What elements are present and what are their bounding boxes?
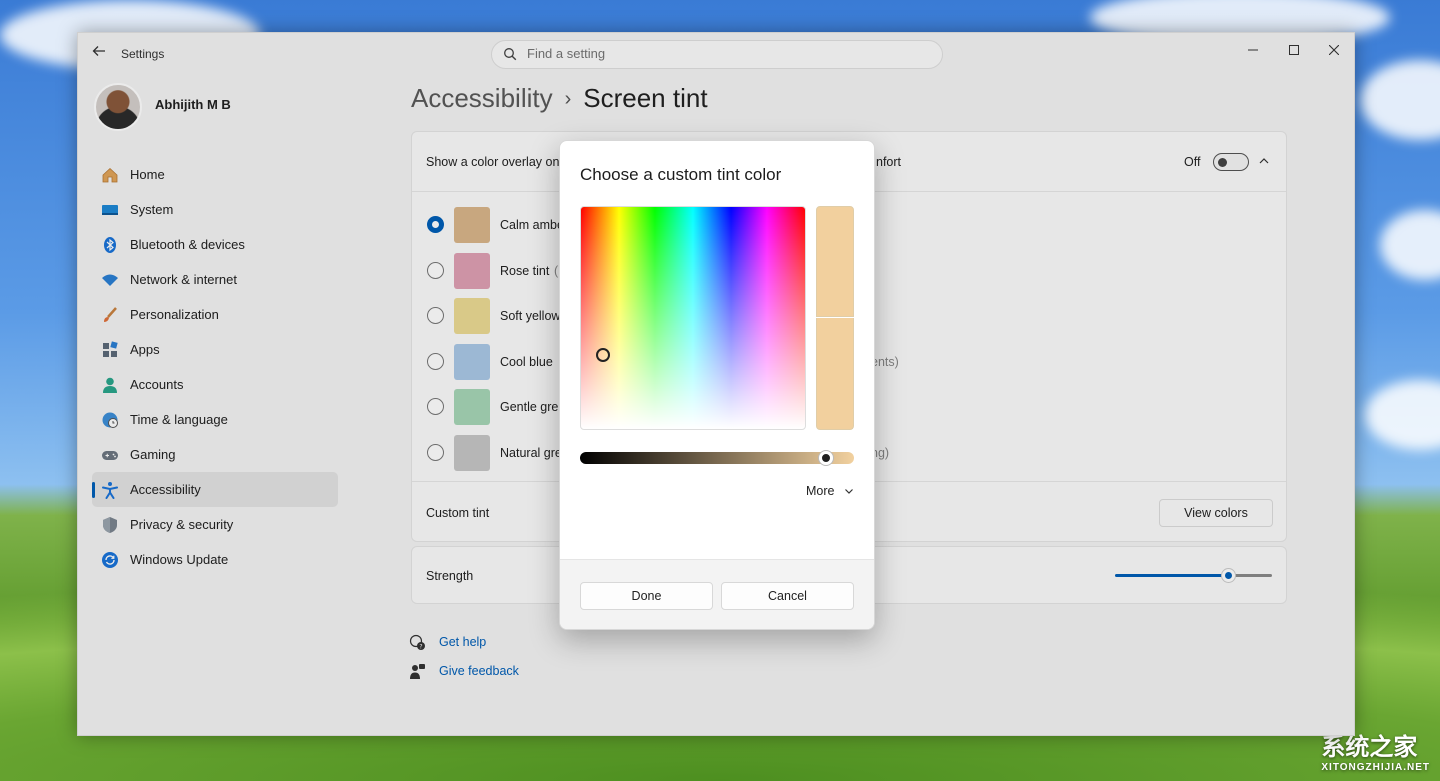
cancel-button[interactable]: Cancel: [721, 582, 854, 610]
more-label: More: [806, 484, 835, 498]
color-preview-current: [816, 318, 854, 430]
color-spectrum[interactable]: [580, 206, 806, 430]
settings-window: Settings Abhijith M B Home System: [77, 32, 1355, 736]
brightness-slider-thumb[interactable]: [819, 451, 834, 465]
dialog-footer: Done Cancel: [560, 559, 874, 629]
chevron-down-icon: [844, 485, 854, 499]
color-preview-new: [816, 206, 854, 317]
custom-tint-dialog: Choose a custom tint color More Done Can…: [559, 140, 875, 630]
dialog-title: Choose a custom tint color: [580, 165, 782, 184]
more-expander[interactable]: More: [806, 484, 854, 498]
color-picker-handle[interactable]: [596, 348, 610, 362]
brightness-slider[interactable]: [580, 451, 854, 465]
done-button[interactable]: Done: [580, 582, 713, 610]
